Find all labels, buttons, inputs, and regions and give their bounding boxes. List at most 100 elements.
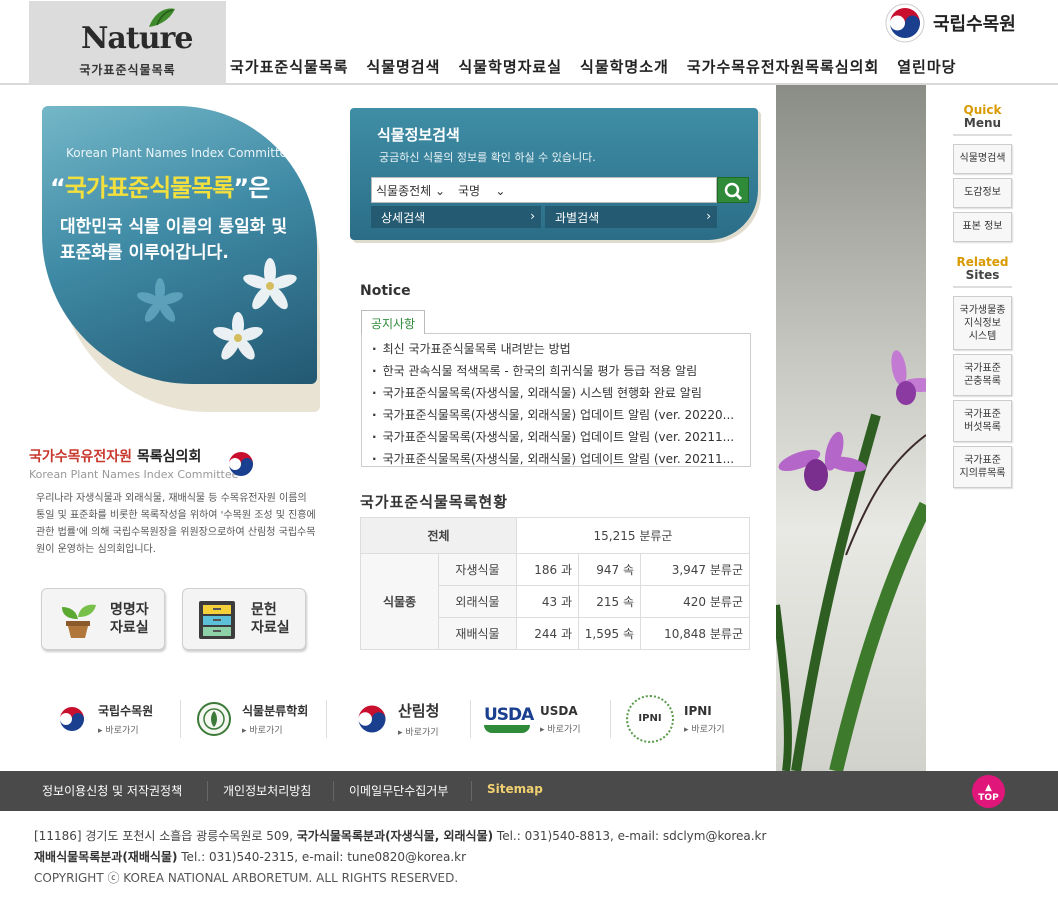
family-search-tab[interactable]: 과별검색 › bbox=[545, 206, 717, 228]
brand-name: 국립수목원 bbox=[933, 14, 1016, 35]
site-logo[interactable]: Nature 국가표준식물목록 bbox=[29, 1, 226, 84]
scroll-top-button[interactable]: ▲ TOP bbox=[972, 775, 1005, 808]
related-site-biodiversity[interactable]: 국가생물종 지식정보 시스템 bbox=[953, 296, 1012, 350]
nav-item-plant-list[interactable]: 국가표준식물목록 bbox=[230, 56, 348, 77]
hero-title-particle: 은 bbox=[248, 174, 270, 202]
taxa-count: 420 분류군 bbox=[640, 585, 750, 618]
chevron-right-icon: › bbox=[706, 209, 711, 223]
partner-taxonomy-society[interactable]: 식물분류학회 ▸ 바로가기 bbox=[196, 692, 308, 746]
arboretum-brand-link[interactable]: 국립수목원 bbox=[885, 3, 1016, 43]
genus-count: 1,595 속 bbox=[578, 617, 641, 650]
search-icon bbox=[724, 182, 743, 201]
partner-go-link[interactable]: ▸ 바로가기 bbox=[398, 725, 439, 738]
logo-subtitle: 국가표준식물목록 bbox=[79, 63, 176, 77]
ipni-logo: IPNI bbox=[626, 695, 674, 743]
site-header: Nature 국가표준식물목록 국립수목원 국가표준식물목록 식물명검색 식물학… bbox=[0, 0, 1058, 85]
copyright: COPYRIGHT ⓒ KOREA NATIONAL ARBORETUM. AL… bbox=[34, 871, 459, 885]
hero-quote-open: “ bbox=[50, 174, 66, 202]
partner-arboretum[interactable]: 국립수목원 ▸ 바로가기 bbox=[56, 692, 153, 746]
chevron-right-icon: › bbox=[530, 209, 535, 223]
partner-ipni[interactable]: IPNI IPNI ▸ 바로가기 bbox=[626, 692, 725, 746]
detail-search-tab[interactable]: 상세검색 › bbox=[371, 206, 541, 228]
main-nav: 국가표준식물목록 식물명검색 식물학명자료실 식물학명소개 국가수목유전자원목록… bbox=[230, 56, 974, 77]
family-count: 186 과 bbox=[516, 553, 579, 586]
orchid-illustration bbox=[776, 350, 926, 771]
nav-item-plant-search[interactable]: 식물명검색 bbox=[366, 56, 440, 77]
taegeuk-emblem-icon bbox=[229, 452, 253, 476]
row-label: 자생식물 bbox=[438, 553, 517, 586]
notice-item[interactable]: 한국 관속식물 적색목록 - 한국의 희귀식물 평가 등급 적용 알림 bbox=[372, 360, 744, 382]
search-input[interactable]: 식물종전체 ⌄ 국명 ⌄ bbox=[371, 177, 717, 203]
footer-link-copyright-policy[interactable]: 정보이용신청 및 저작권정책 bbox=[42, 782, 182, 799]
hero-title: “국가표준식물목록”은 bbox=[50, 168, 270, 203]
notice-item[interactable]: 국가표준식물목록(자생식물, 외래식물) 업데이트 알림 (ver. 20211… bbox=[372, 426, 744, 448]
nav-item-committee[interactable]: 국가수목유전자원목록심의회 bbox=[687, 56, 879, 77]
related-sites-title: Related Sites bbox=[953, 256, 1012, 288]
hero-desc-line2: 표준화를 이루어갑니다. bbox=[60, 243, 229, 263]
notice-item[interactable]: 최신 국가표준식물목록 내려받는 방법 bbox=[372, 338, 744, 360]
partner-name: USDA bbox=[540, 703, 578, 718]
address-line1: [11186] 경기도 포천시 소흘읍 광릉수목원로 509, 국가식물목록분과… bbox=[34, 829, 767, 843]
footer-link-email-refusal[interactable]: 이메일무단수집거부 bbox=[349, 782, 448, 799]
namer-library-button[interactable]: 명명자 자료실 bbox=[41, 588, 165, 650]
notice-item[interactable]: 국가표준식물목록(자생식물, 외래식물) 시스템 현행화 완료 알림 bbox=[372, 382, 744, 404]
total-label: 전체 bbox=[360, 517, 517, 554]
taxa-count: 3,947 분류군 bbox=[640, 553, 750, 586]
literature-library-label: 문헌 자료실 bbox=[251, 602, 290, 636]
genus-count: 215 속 bbox=[578, 585, 641, 618]
tab-notice[interactable]: 공지사항 bbox=[361, 310, 425, 334]
partner-go-link[interactable]: ▸ 바로가기 bbox=[540, 722, 581, 735]
committee-english: Korean Plant Names Index Committee bbox=[29, 468, 239, 481]
divider bbox=[471, 781, 472, 801]
nav-item-scientific-name-intro[interactable]: 식물학명소개 bbox=[580, 56, 669, 77]
file-cabinet-icon bbox=[199, 601, 235, 639]
quick-menu-title: Quick Menu bbox=[953, 104, 1012, 136]
quick-specimen-info[interactable]: 표본 정보 bbox=[953, 212, 1012, 242]
quick-plant-name-search[interactable]: 식물명검색 bbox=[953, 144, 1012, 174]
related-site-insects[interactable]: 국가표준 곤충목록 bbox=[953, 354, 1012, 396]
related-site-lichens[interactable]: 국가표준 지의류목록 bbox=[953, 446, 1012, 488]
committee-block: 국가수목유전자원 목록심의회 Korean Plant Names Index … bbox=[29, 446, 319, 481]
partner-go-link[interactable]: ▸ 바로가기 bbox=[98, 723, 153, 736]
partner-name: 국립수목원 bbox=[98, 704, 154, 718]
partner-go-link[interactable]: ▸ 바로가기 bbox=[684, 722, 725, 735]
partner-usda[interactable]: USDA USDA ▸ 바로가기 bbox=[484, 692, 581, 746]
group-label: 식물종 bbox=[360, 553, 439, 650]
footer-link-sitemap[interactable]: Sitemap bbox=[487, 782, 543, 796]
quick-illustration-info[interactable]: 도감정보 bbox=[953, 178, 1012, 208]
hero-english-title: Korean Plant Names Index Committee bbox=[66, 146, 295, 160]
partner-forest-service[interactable]: 산림청 ▸ 바로가기 bbox=[354, 692, 439, 746]
divider bbox=[470, 700, 471, 738]
taxonomy-society-seal-icon bbox=[197, 702, 231, 736]
divider bbox=[333, 781, 334, 801]
footer-link-privacy[interactable]: 개인정보처리방침 bbox=[223, 782, 311, 799]
status-heading: 국가표준식물목록현황 bbox=[360, 493, 509, 511]
search-button[interactable] bbox=[717, 177, 749, 203]
partner-links: 국립수목원 ▸ 바로가기 식물분류학회 ▸ 바로가기 산림청 ▸ 바로가기 USDA … bbox=[56, 692, 766, 746]
row-label: 재배식물 bbox=[438, 617, 517, 650]
related-site-mushrooms[interactable]: 국가표준 버섯목록 bbox=[953, 400, 1012, 442]
hero-title-highlight: 국가표준식물목록 bbox=[64, 174, 235, 202]
partner-go-link[interactable]: ▸ 바로가기 bbox=[242, 723, 308, 736]
notice-item[interactable]: 국가표준식물목록(자생식물, 외래식물) 업데이트 알림 (ver. 20220… bbox=[372, 404, 744, 426]
notice-item[interactable]: 국가표준식물목록(자생식물, 외래식물) 업데이트 알림 (ver. 20211… bbox=[372, 448, 744, 470]
literature-library-button[interactable]: 문헌 자료실 bbox=[182, 588, 306, 650]
quick-menu: Quick Menu 식물명검색 도감정보 표본 정보 Related Sites … bbox=[953, 104, 1012, 492]
committee-description: 우리나라 자생식물과 외래식물, 재배식물 등 수목유전자원 이름의 통일 및 … bbox=[36, 493, 316, 555]
plant-search-panel: 식물정보검색 궁금하신 식물의 정보를 확인 하실 수 있습니다. 식물종전체 … bbox=[350, 108, 758, 240]
family-count: 43 과 bbox=[516, 585, 579, 618]
committee-title: 국가수목유전자원 목록심의회 bbox=[29, 446, 319, 466]
nav-item-open-forum[interactable]: 열린마당 bbox=[897, 56, 956, 77]
hero-banner: Korean Plant Names Index Committee “국가표준… bbox=[40, 104, 330, 414]
orchid-photo bbox=[776, 85, 926, 771]
chevron-up-icon: ▲ bbox=[985, 783, 992, 793]
search-subtitle: 궁금하신 식물의 정보를 확인 하실 수 있습니다. bbox=[379, 151, 596, 164]
category-select[interactable]: 식물종전체 ⌄ bbox=[376, 182, 445, 199]
family-count: 244 과 bbox=[516, 617, 579, 650]
status-table: 전체 15,215 분류군 식물종 자생식물 186 과 947 속 3,947… bbox=[360, 517, 750, 650]
committee-title-red: 국가수목유전자원 bbox=[29, 449, 133, 465]
field-select[interactable]: 국명 ⌄ bbox=[458, 182, 505, 199]
sprout-pot-icon bbox=[62, 604, 96, 638]
nav-item-scientific-name-library[interactable]: 식물학명자료실 bbox=[458, 56, 562, 77]
search-title: 식물정보검색 bbox=[377, 126, 460, 144]
